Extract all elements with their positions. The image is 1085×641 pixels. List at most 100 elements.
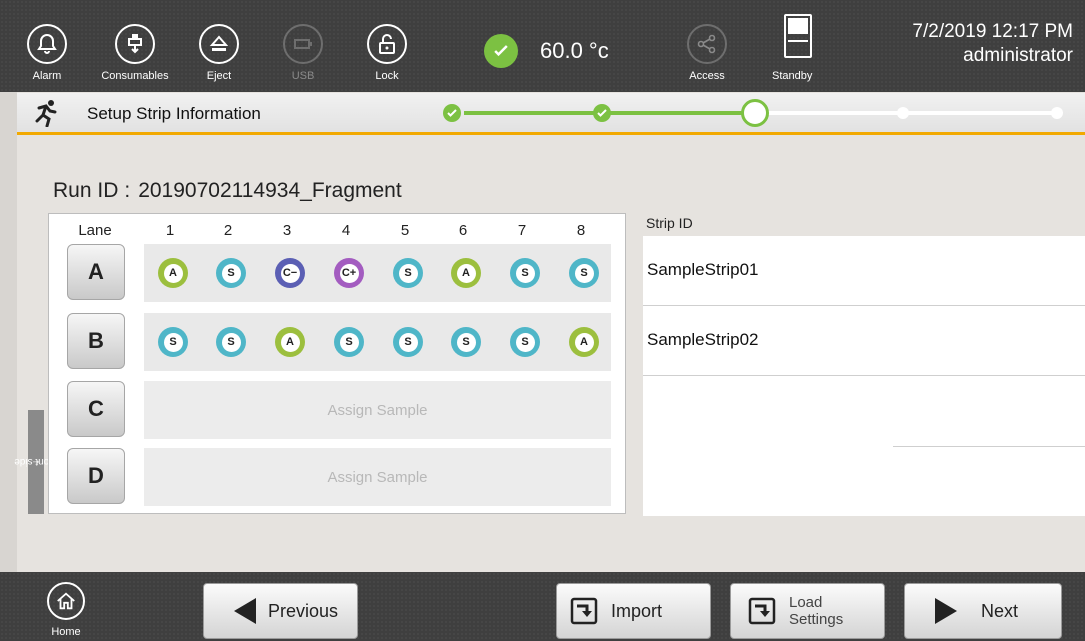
import-button[interactable]: Import xyxy=(556,583,711,639)
step-3-current xyxy=(741,99,769,127)
step-1-complete-icon xyxy=(443,104,461,122)
previous-label: Previous xyxy=(268,600,339,621)
run-id: Run ID:20190702114934_Fragment xyxy=(53,179,402,203)
lock-button[interactable]: Lock xyxy=(352,6,422,90)
consumables-button[interactable]: Consumables xyxy=(100,6,170,90)
load-icon xyxy=(748,597,776,625)
lock-label: Lock xyxy=(375,70,399,82)
strip-id-row[interactable] xyxy=(643,446,1085,516)
sample-well[interactable]: A xyxy=(158,258,188,288)
sample-well[interactable]: S xyxy=(393,258,423,288)
consumables-label: Consumables xyxy=(101,70,169,82)
strip-id-list: SampleStrip01 SampleStrip02 xyxy=(643,236,1085,516)
column-header: 2 xyxy=(223,222,233,239)
consumables-icon xyxy=(115,24,155,64)
sample-well[interactable]: A xyxy=(569,327,599,357)
run-id-value: 20190702114934_Fragment xyxy=(138,179,402,202)
lane-a-strip[interactable]: A S C− C+ S A S S xyxy=(144,244,611,302)
import-label: Import xyxy=(611,600,663,621)
step-progress-bar: Setup Strip Information xyxy=(17,93,1085,135)
step-5-pending xyxy=(1051,107,1063,119)
sample-well-label: S xyxy=(515,332,535,352)
sample-well[interactable]: S xyxy=(158,327,188,357)
runner-icon xyxy=(35,100,57,127)
alarm-button[interactable]: Alarm xyxy=(12,6,82,90)
load-settings-button[interactable]: Load Settings xyxy=(730,583,885,639)
sample-well[interactable]: A xyxy=(451,258,481,288)
sample-well-label: S xyxy=(163,332,183,352)
step-4-pending xyxy=(897,107,909,119)
date-time: 7/2/2019 12:17 PM xyxy=(912,21,1073,42)
strip-id-row[interactable] xyxy=(643,376,1085,447)
step-2-complete-icon xyxy=(593,104,611,122)
sample-well[interactable]: S xyxy=(510,258,540,288)
lane-a-button[interactable]: A xyxy=(67,244,125,300)
import-icon xyxy=(570,597,598,625)
lane-d-button[interactable]: D xyxy=(67,448,125,504)
usb-label: USB xyxy=(291,70,315,82)
sample-well[interactable]: C+ xyxy=(334,258,364,288)
lock-icon xyxy=(367,24,407,64)
lane-b-button[interactable]: B xyxy=(67,313,125,369)
standby-icon[interactable] xyxy=(784,14,812,58)
sample-well[interactable]: S xyxy=(216,258,246,288)
previous-button[interactable]: Previous xyxy=(203,583,358,639)
home-button[interactable]: Home xyxy=(36,582,96,638)
strip-id-row[interactable]: SampleStrip01 xyxy=(643,236,1085,306)
usb-icon xyxy=(283,24,323,64)
sample-well-label: A xyxy=(574,332,594,352)
sample-well[interactable]: S xyxy=(334,327,364,357)
sample-well[interactable]: S xyxy=(393,327,423,357)
usb-button[interactable]: USB xyxy=(268,6,338,90)
column-header: 6 xyxy=(458,222,468,239)
sample-well-label: C+ xyxy=(339,263,359,283)
sample-well[interactable]: A xyxy=(275,327,305,357)
column-header: 8 xyxy=(576,222,586,239)
lane-c-button[interactable]: C xyxy=(67,381,125,437)
home-label: Home xyxy=(51,626,81,638)
sample-well[interactable]: C− xyxy=(275,258,305,288)
standby-label: Standby xyxy=(772,70,813,82)
run-id-label: Run ID xyxy=(53,179,119,202)
front-side-indicator: ↓ Front side xyxy=(14,410,58,514)
sample-well-label: A xyxy=(456,263,476,283)
column-header: 3 xyxy=(282,222,292,239)
lane-b-strip[interactable]: SSASSSSA xyxy=(144,313,611,371)
strip-id-row[interactable]: SampleStrip02 xyxy=(643,306,1085,376)
column-header: 1 xyxy=(165,222,175,239)
load-settings-label-1: Load xyxy=(789,594,823,611)
share-icon xyxy=(687,24,727,64)
next-label: Next xyxy=(981,600,1019,621)
home-icon xyxy=(47,582,85,620)
lane-d-assign-sample[interactable]: Assign Sample xyxy=(144,448,611,506)
sample-well[interactable]: S xyxy=(510,327,540,357)
run-id-separator: : xyxy=(124,179,131,202)
page-title: Setup Strip Information xyxy=(87,104,261,123)
left-rail xyxy=(0,92,17,572)
progress-done-line xyxy=(464,111,758,115)
next-button[interactable]: Next xyxy=(904,583,1062,639)
alarm-icon xyxy=(27,24,67,64)
lane-c-assign-sample[interactable]: Assign Sample xyxy=(144,381,611,439)
sample-well[interactable]: S xyxy=(569,258,599,288)
column-header: 4 xyxy=(341,222,351,239)
lane-header: Lane xyxy=(78,222,112,239)
sample-well-label: S xyxy=(398,332,418,352)
temperature-value: 60.0 °c xyxy=(540,38,609,63)
arrow-left-icon xyxy=(234,598,256,624)
arrow-right-icon xyxy=(935,598,957,624)
sample-well-label: S xyxy=(221,263,241,283)
strip-id-header: Strip ID xyxy=(646,215,693,231)
temperature-status: 60.0 °c xyxy=(484,34,609,68)
eject-label: Eject xyxy=(206,70,232,82)
user-name: administrator xyxy=(963,45,1073,66)
sample-well-label: S xyxy=(574,263,594,283)
sample-well[interactable]: S xyxy=(216,327,246,357)
column-header: 5 xyxy=(400,222,410,239)
column-header: 7 xyxy=(517,222,527,239)
eject-button[interactable]: Eject xyxy=(184,6,254,90)
access-button[interactable]: Access xyxy=(672,6,742,90)
sample-well-label: A xyxy=(280,332,300,352)
sample-well[interactable]: S xyxy=(451,327,481,357)
sample-well-label: S xyxy=(221,332,241,352)
